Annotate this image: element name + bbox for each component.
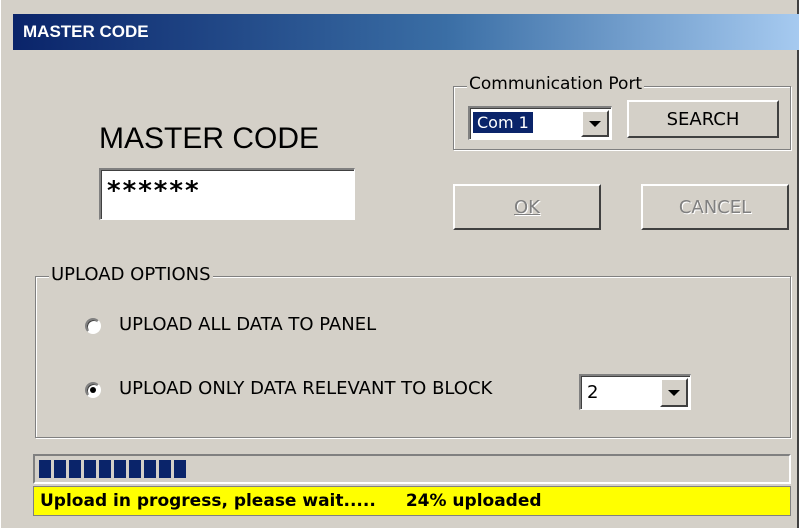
percent-text: 24% uploaded <box>405 491 542 511</box>
status-text: Upload in progress, please wait..... <box>40 491 376 511</box>
upload-block-radio[interactable] <box>85 382 101 398</box>
com-port-selected: Com 1 <box>473 112 533 133</box>
progress-block <box>174 460 186 478</box>
upload-options-legend: UPLOAD OPTIONS <box>49 264 213 285</box>
progress-block <box>84 460 96 478</box>
com-port-select[interactable]: Com 1 <box>468 106 612 140</box>
progress-block <box>114 460 126 478</box>
upload-block-label[interactable]: UPLOAD ONLY DATA RELEVANT TO BLOCK <box>119 378 492 399</box>
progress-block <box>99 460 111 478</box>
progress-block <box>69 460 81 478</box>
cancel-button[interactable]: CANCEL <box>641 184 789 230</box>
master-code-heading: MASTER CODE <box>99 122 320 155</box>
ok-button[interactable]: OK <box>453 184 601 230</box>
progress-block <box>159 460 171 478</box>
progress-block <box>39 460 51 478</box>
master-code-window: MASTER CODE MASTER CODE ****** Communica… <box>0 0 799 528</box>
chevron-down-icon <box>668 389 680 396</box>
progress-block <box>54 460 66 478</box>
progress-block <box>144 460 156 478</box>
upload-options-group <box>35 276 791 438</box>
radio-selected-dot <box>90 387 96 393</box>
progress-block <box>129 460 141 478</box>
title-bar[interactable]: MASTER CODE <box>13 14 799 50</box>
com-port-dropdown-button[interactable] <box>581 110 609 137</box>
window-title: MASTER CODE <box>23 22 149 41</box>
block-selected-value: 2 <box>587 382 599 403</box>
upload-status-bar: Upload in progress, please wait..... 24%… <box>33 486 791 516</box>
progress-fill <box>39 460 186 478</box>
block-dropdown-button[interactable] <box>660 378 688 407</box>
comm-port-legend: Communication Port <box>467 74 645 94</box>
upload-all-label[interactable]: UPLOAD ALL DATA TO PANEL <box>119 314 376 335</box>
upload-all-radio[interactable] <box>85 318 101 334</box>
search-button[interactable]: SEARCH <box>627 100 779 138</box>
chevron-down-icon <box>589 120 601 127</box>
master-code-input[interactable]: ****** <box>99 168 355 220</box>
master-code-value: ****** <box>107 176 201 206</box>
block-select[interactable]: 2 <box>579 374 691 410</box>
upload-progress-bar <box>33 454 791 484</box>
